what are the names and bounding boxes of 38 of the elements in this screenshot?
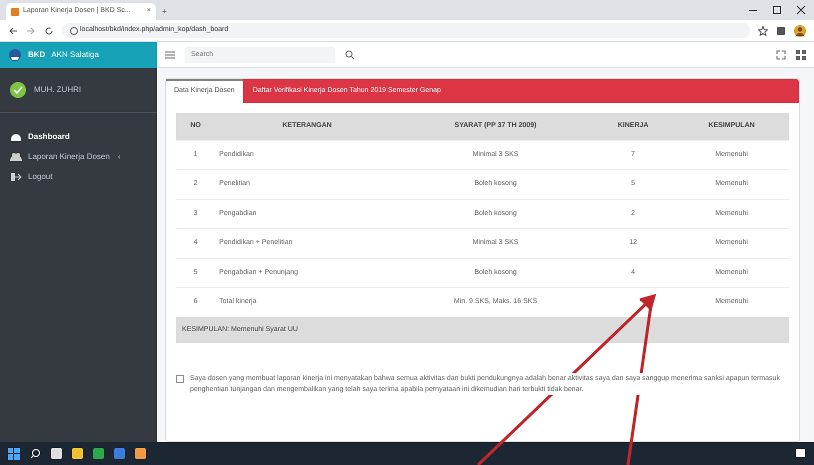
avatar-icon: [794, 24, 806, 36]
sidebar-item[interactable]: Laporan Kinerja Dosen ‹: [0, 147, 157, 167]
logo-icon: [8, 48, 22, 62]
app-icon[interactable]: [135, 448, 146, 459]
app-icon[interactable]: [114, 448, 125, 459]
maximize-icon[interactable]: [772, 5, 782, 15]
new-tab-button[interactable]: +: [162, 6, 167, 20]
item-label: Logout: [28, 171, 52, 183]
brand-subtitle: AKN Salatiga: [51, 49, 99, 61]
sidebar-item[interactable]: Dashboard: [0, 127, 157, 147]
expand-icon: [776, 50, 786, 60]
back-icon[interactable]: [8, 26, 18, 36]
logout-icon: [10, 171, 22, 183]
close-icon[interactable]: [796, 5, 806, 15]
item-label: Laporan Kinerja Dosen: [28, 151, 110, 163]
page-icon: [11, 8, 19, 16]
star-icon: [758, 26, 768, 36]
dashboard-icon: [10, 131, 22, 143]
windows-icon: [8, 448, 20, 460]
reload-icon[interactable]: [44, 26, 54, 36]
extension-icon: [776, 26, 786, 36]
search-icon: [30, 448, 41, 459]
app-icon[interactable]: [51, 448, 62, 459]
sidebar-item[interactable]: Logout: [0, 167, 157, 187]
user-check-icon: [10, 82, 26, 98]
brand-name: BKD: [28, 49, 46, 61]
item-label: Dashboard: [28, 131, 70, 143]
checkbox[interactable]: [176, 375, 184, 383]
notification-icon: [795, 448, 806, 459]
user-name: MUH. ZUHRI: [34, 84, 82, 96]
users-icon: [10, 151, 22, 163]
info-icon: [70, 26, 78, 34]
app-icon[interactable]: [93, 448, 104, 459]
grid-icon: [796, 50, 806, 60]
menu-icon: [165, 50, 175, 60]
caret-icon: ‹: [118, 151, 121, 163]
app-icon[interactable]: [72, 448, 83, 459]
search-icon: [345, 50, 355, 60]
